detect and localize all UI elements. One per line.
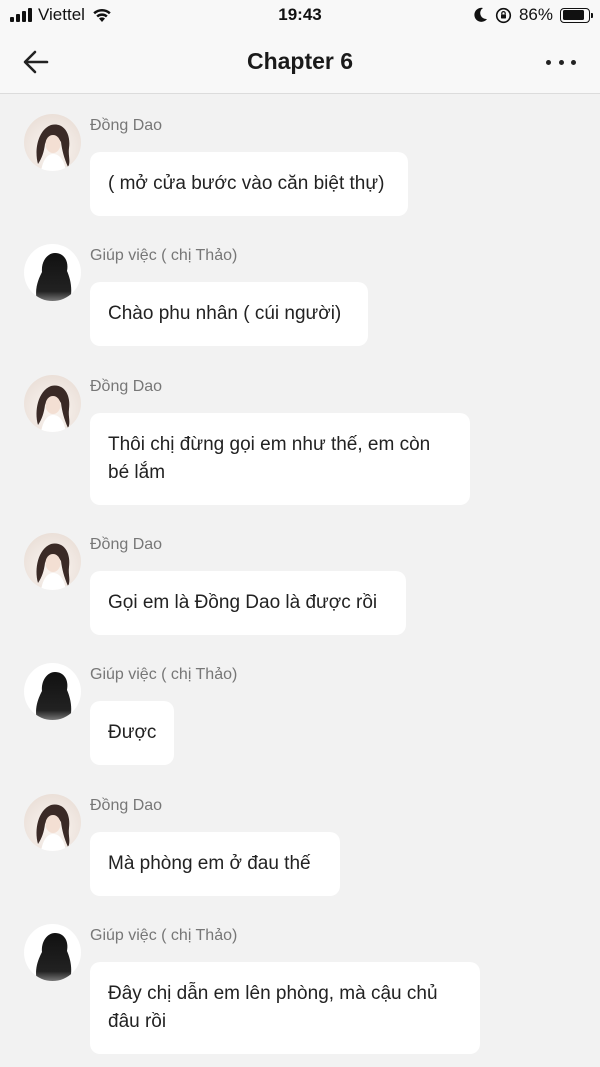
girl-avatar[interactable] — [24, 533, 81, 590]
more-dot-icon — [571, 59, 576, 65]
silhouette-avatar-image — [36, 672, 72, 720]
sender-name: Đồng Dao — [90, 117, 163, 134]
status-bar: Viettel 19:43 86% — [0, 0, 600, 32]
sender-name: Giúp việc ( chị Thảo) — [90, 247, 238, 264]
silhouette-avatar-image — [36, 253, 72, 301]
girl-avatar-image — [36, 804, 70, 851]
sender-name: Giúp việc ( chị Thảo) — [90, 927, 238, 944]
message-bubble[interactable]: Chào phu nhân ( cúi người) — [90, 282, 368, 346]
sender-name: Đồng Dao — [90, 536, 163, 553]
page-title: Chapter 6 — [246, 48, 354, 74]
sender-name: Đồng Dao — [90, 378, 163, 395]
silhouette-avatar[interactable] — [24, 924, 81, 981]
battery-fill — [562, 10, 584, 20]
sender-name: Giúp việc ( chị Thảo) — [90, 666, 238, 683]
girl-avatar[interactable] — [24, 114, 81, 171]
silhouette-avatar-image — [36, 933, 72, 981]
girl-avatar-image — [36, 124, 70, 171]
message-bubble[interactable]: Đây chị dẫn em lên phòng, mà cậu chủ đâu… — [90, 962, 480, 1054]
silhouette-avatar[interactable] — [24, 244, 81, 301]
message-bubble[interactable]: Được — [90, 701, 174, 765]
girl-avatar-image — [36, 543, 70, 590]
battery-percent: 86% — [518, 5, 553, 24]
girl-avatar[interactable] — [24, 375, 81, 432]
nav-bar: Chapter 6 — [0, 32, 600, 94]
message-bubble[interactable]: ( mở cửa bước vào căn biệt thự) — [90, 152, 408, 216]
more-dot-icon — [558, 59, 564, 65]
sender-name: Đồng Dao — [90, 797, 163, 814]
moon-icon — [474, 7, 487, 22]
girl-avatar[interactable] — [24, 794, 81, 851]
message-bubble[interactable]: Thôi chị đừng gọi em như thế, em còn bé … — [90, 413, 470, 505]
message-bubble[interactable]: Mà phòng em ở đau thế — [90, 832, 340, 896]
chat-list[interactable]: Đồng Dao ( mở cửa bước vào căn biệt thự)… — [0, 94, 600, 1067]
status-right: 86% — [474, 5, 593, 25]
orientation-lock-icon — [495, 7, 512, 23]
more-options-button[interactable] — [546, 50, 576, 74]
more-dot-icon — [546, 59, 551, 65]
message-bubble[interactable]: Gọi em là Đồng Dao là được rồi — [90, 571, 406, 635]
battery-icon — [560, 7, 593, 23]
girl-avatar-image — [36, 385, 70, 432]
silhouette-avatar[interactable] — [24, 663, 81, 720]
